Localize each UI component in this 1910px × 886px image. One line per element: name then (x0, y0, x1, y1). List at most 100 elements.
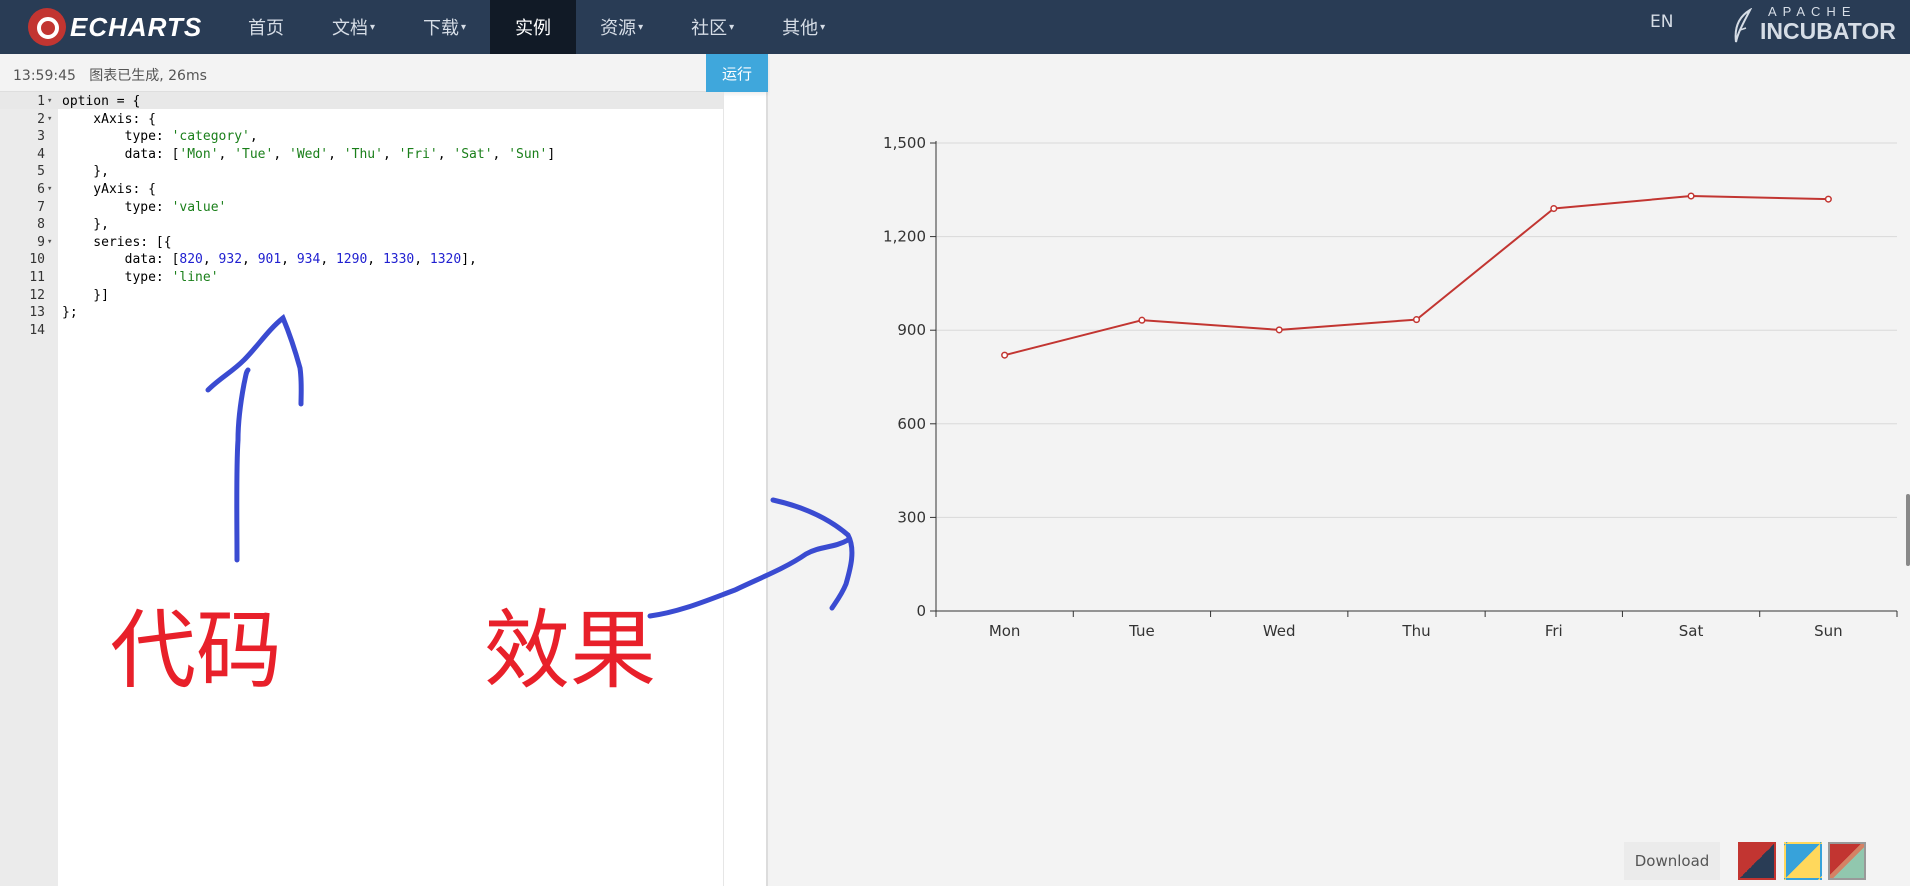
incubator-top-text: APACHE (1768, 4, 1857, 19)
line-number: 3 (37, 129, 45, 145)
fold-toggle-icon[interactable]: ▾ (47, 181, 52, 199)
code-line-text: }] (62, 287, 109, 303)
nav-item-5[interactable]: 社区 ▾ (667, 0, 758, 54)
code-line[interactable]: 1 ▾ option = { (0, 93, 723, 111)
echarts-editor-page: ECHARTS 首页 文档 ▾ 下载 ▾ 实例 资源 ▾ 社区 ▾ 其他 ▾ EN APACHE IN… (0, 0, 1910, 886)
logo-text: ECHARTS (70, 11, 203, 42)
code-line[interactable]: 13}; (0, 304, 723, 322)
nav-item-2[interactable]: 下载 ▾ (399, 0, 490, 54)
y-tick-label: 1,200 (883, 228, 926, 246)
apache-incubator-logo[interactable]: APACHE INCUBATOR (1728, 2, 1904, 44)
code-line-text: }, (62, 217, 109, 233)
code-line-text: data: ['Mon', 'Tue', 'Wed', 'Thu', 'Fri'… (62, 146, 556, 162)
fold-toggle-icon[interactable]: ▾ (47, 234, 52, 252)
data-point (1275, 326, 1283, 334)
code-line-text: }; (62, 305, 78, 321)
nav-item-1[interactable]: 文档 ▾ (308, 0, 399, 54)
code-line[interactable]: 14 (0, 322, 723, 340)
print-margin (723, 92, 724, 886)
x-tick-label: Thu (1401, 622, 1430, 640)
data-point (1687, 192, 1695, 200)
chart-preview-panel: 0 300 600 900 1,200 1,500 Mon Tue Wed Thu Fri Sat Su… (770, 54, 1910, 886)
code-line[interactable]: 11 type: 'line' (0, 269, 723, 287)
nav-item-label: 文档 (332, 18, 368, 39)
code-line[interactable]: 9 ▾ series: [{ (0, 234, 723, 252)
dropdown-caret-icon: ▾ (370, 21, 376, 33)
code-line[interactable]: 5 }, (0, 163, 723, 181)
run-button[interactable]: 运行 (706, 54, 768, 92)
line-number: 8 (37, 217, 45, 233)
line-number: 7 (37, 199, 45, 215)
line-number: 6 (37, 181, 45, 197)
fold-toggle-icon[interactable]: ▾ (47, 111, 52, 129)
line-number: 4 (37, 146, 45, 162)
data-point (1550, 204, 1558, 213)
incubator-bottom-text: INCUBATOR (1760, 18, 1896, 44)
line-number: 11 (29, 269, 45, 285)
status-message: 图表已生成, 26ms (89, 68, 207, 84)
effect-annotation-label: 效果 (484, 601, 656, 701)
nav-item-6[interactable]: 其他 ▾ (758, 0, 849, 54)
download-button[interactable]: Download (1624, 842, 1720, 880)
line-number: 12 (29, 287, 45, 303)
code-editor-panel: 13:59:45 图表已生成, 26ms 运行 1 ▾ option = {2 ▾ x… (0, 54, 768, 886)
nav-item-3[interactable]: 实例 (490, 0, 577, 54)
nav-item-0[interactable]: 首页 (224, 0, 308, 54)
data-point (1001, 351, 1009, 359)
theme-default-swatch[interactable] (1828, 842, 1866, 880)
data-point (1824, 195, 1832, 203)
top-navbar: ECHARTS 首页 文档 ▾ 下载 ▾ 实例 资源 ▾ 社区 ▾ 其他 ▾ EN APACHE IN… (0, 0, 1910, 54)
x-tick-label: Mon (989, 622, 1021, 640)
dropdown-caret-icon: ▾ (820, 21, 826, 33)
line-number: 9 (37, 234, 45, 250)
apache-feather-icon (1734, 8, 1753, 43)
code-line-text: option = { (62, 94, 141, 109)
nav-item-label: 下载 (423, 18, 460, 39)
code-line[interactable]: 4 data: ['Mon', 'Tue', 'Wed', 'Thu', 'Fr… (0, 146, 723, 164)
line-number: 13 (29, 305, 45, 321)
status-time: 13:59:45 (13, 68, 76, 84)
editor-status: 13:59:45 图表已生成, 26ms (13, 65, 207, 85)
series-line (1004, 195, 1829, 357)
x-tick-label: Sat (1679, 622, 1704, 640)
line-number: 2 (37, 111, 45, 127)
panel-resize-handle[interactable] (1906, 494, 1910, 566)
code-line-text: }, (62, 164, 109, 180)
language-switch[interactable]: EN (1650, 0, 1673, 44)
code-line[interactable]: 10 data: [820, 932, 901, 934, 1290, 1330… (0, 251, 723, 269)
fold-toggle-icon[interactable]: ▾ (47, 93, 52, 111)
echarts-logo-icon (28, 8, 66, 46)
x-tick-label: Sun (1814, 622, 1843, 640)
theme-dark-swatch[interactable] (1738, 842, 1776, 880)
theme-light-swatch[interactable] (1784, 842, 1822, 880)
code-line[interactable]: 8 }, (0, 216, 723, 234)
y-tick-label: 900 (897, 321, 926, 339)
nav-item-label: 其他 (782, 18, 819, 39)
echarts-logo[interactable]: ECHARTS (28, 5, 202, 49)
nav-item-4[interactable]: 资源 ▾ (576, 0, 667, 54)
y-tick-label: 600 (897, 415, 926, 433)
code-line-text: series: [{ (62, 234, 172, 250)
main-nav: 首页 文档 ▾ 下载 ▾ 实例 资源 ▾ 社区 ▾ 其他 ▾ (224, 0, 849, 54)
code-line-text: xAxis: { (62, 111, 156, 127)
dropdown-caret-icon: ▾ (461, 21, 467, 33)
nav-item-label: 实例 (515, 18, 552, 39)
code-line-text: type: 'line' (62, 269, 219, 285)
code-line-text: yAxis: { (62, 181, 156, 197)
y-tick-label: 0 (916, 602, 926, 620)
line-chart: 0 300 600 900 1,200 1,500 Mon Tue Wed Thu Fri Sat Su… (883, 134, 1898, 640)
nav-item-label: 首页 (248, 18, 284, 39)
code-line[interactable]: 7 type: 'value' (0, 199, 723, 217)
line-number: 10 (29, 252, 45, 268)
code-line[interactable]: 6 ▾ yAxis: { (0, 181, 723, 199)
code-line[interactable]: 2 ▾ xAxis: { (0, 111, 723, 129)
y-tick-label: 1,500 (883, 134, 926, 152)
code-line-text: type: 'value' (62, 199, 227, 215)
code-line[interactable]: 12 }] (0, 287, 723, 305)
code-annotation-label: 代码 (110, 601, 282, 701)
code-line[interactable]: 3 type: 'category', (0, 128, 723, 146)
y-tick-label: 300 (897, 508, 926, 526)
dropdown-caret-icon: ▾ (729, 21, 735, 33)
code-text-area[interactable]: 1 ▾ option = {2 ▾ xAxis: {3 type: 'category… (0, 93, 723, 339)
line-number: 14 (29, 322, 45, 338)
